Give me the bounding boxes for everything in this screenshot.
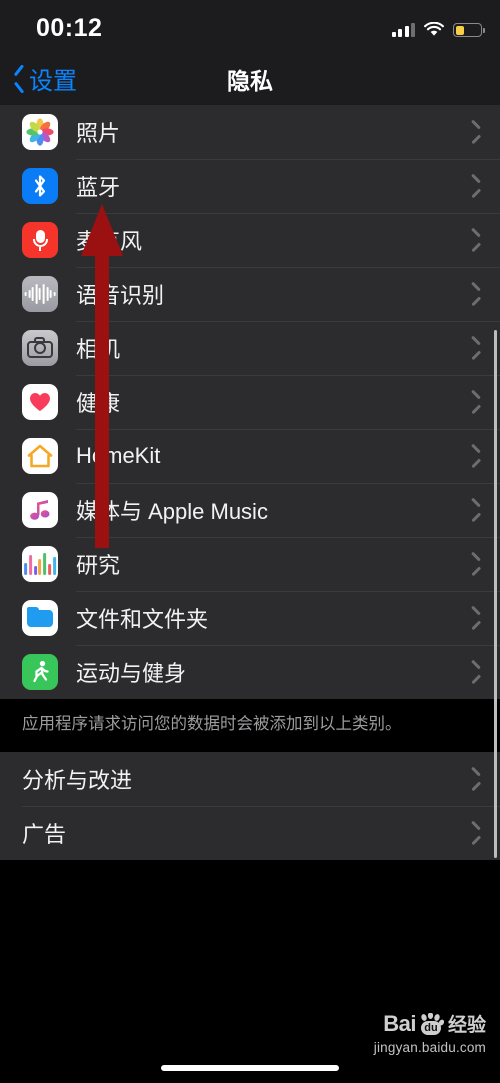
list-item-label: 麦克风 xyxy=(76,229,143,254)
list-item-media-apple-music[interactable]: 媒体与 Apple Music xyxy=(0,483,500,537)
vertical-scrollbar[interactable] xyxy=(494,330,497,858)
chevron-right-icon xyxy=(468,177,479,195)
status-bar: 00:12 xyxy=(0,0,500,52)
cellular-signal-icon xyxy=(391,21,415,37)
list-item-photos[interactable]: 照片 xyxy=(0,105,500,159)
files-app-icon xyxy=(22,600,58,636)
list-item-speech-recognition[interactable]: 语音识别 xyxy=(0,267,500,321)
fitness-app-icon xyxy=(22,654,58,690)
homekit-icon xyxy=(22,438,58,474)
list-item-label: 蓝牙 xyxy=(76,175,121,200)
chevron-right-icon xyxy=(468,770,479,788)
settings-content: 照片 蓝牙 麦克风 语音识别 相机 健康 HomeKit 媒体与 Apple M… xyxy=(0,105,500,861)
list-item-label: 运动与健身 xyxy=(76,661,187,686)
research-app-icon xyxy=(22,546,58,582)
chevron-right-icon xyxy=(468,555,479,573)
chevron-left-icon xyxy=(12,68,25,90)
home-indicator-bar[interactable] xyxy=(161,1065,339,1071)
list-item-label: 广告 xyxy=(22,822,67,848)
status-indicators xyxy=(391,19,485,37)
list-item-analytics-improvements[interactable]: 分析与改进 xyxy=(0,752,500,807)
list-item-bluetooth[interactable]: 蓝牙 xyxy=(0,159,500,213)
navigation-bar: 隐私 设置 xyxy=(0,52,500,105)
chevron-right-icon xyxy=(468,501,479,519)
list-item-health[interactable]: 健康 xyxy=(0,375,500,429)
watermark-brand: Bai xyxy=(383,1011,416,1036)
list-item-camera[interactable]: 相机 xyxy=(0,321,500,375)
watermark-suffix: 经验 xyxy=(447,1015,486,1036)
health-app-icon xyxy=(22,384,58,420)
list-item-label: 语音识别 xyxy=(76,283,165,308)
chevron-right-icon xyxy=(468,285,479,303)
list-item-label: 相机 xyxy=(76,337,121,362)
list-item-homekit[interactable]: HomeKit xyxy=(0,429,500,483)
chevron-right-icon xyxy=(468,339,479,357)
photos-app-icon xyxy=(22,114,58,150)
chevron-right-icon xyxy=(468,231,479,249)
list-item-advertising[interactable]: 广告 xyxy=(0,806,500,861)
list-item-microphone[interactable]: 麦克风 xyxy=(0,213,500,267)
paw-print-icon: du xyxy=(418,1012,445,1035)
chevron-right-icon xyxy=(468,663,479,681)
watermark-paw-label: du xyxy=(420,1021,441,1035)
iphone-screen: 00:12 隐私 设置 照片 蓝牙 麦克风 语音识别 相机 健康 HomeKit… xyxy=(0,0,500,1083)
list-item-label: 媒体与 Apple Music xyxy=(76,499,268,524)
back-button-label: 设置 xyxy=(29,68,77,95)
bluetooth-icon xyxy=(22,168,58,204)
chevron-right-icon xyxy=(468,447,479,465)
status-time: 00:12 xyxy=(36,14,103,42)
secondary-group: 分析与改进 广告 xyxy=(0,752,500,861)
watermark-url: jingyan.baidu.com xyxy=(373,1040,486,1055)
list-item-files-and-folders[interactable]: 文件和文件夹 xyxy=(0,591,500,645)
chevron-right-icon xyxy=(468,609,479,627)
baidu-watermark: Bai du 经验 jingyan.baidu.com xyxy=(373,1011,486,1055)
camera-icon xyxy=(22,330,58,366)
list-item-label: 健康 xyxy=(76,391,121,416)
apple-music-icon xyxy=(22,492,58,528)
list-item-label: 文件和文件夹 xyxy=(76,607,209,632)
list-item-label: 研究 xyxy=(76,553,121,578)
chevron-right-icon xyxy=(468,123,479,141)
list-item-research[interactable]: 研究 xyxy=(0,537,500,591)
wifi-icon xyxy=(424,22,444,37)
list-item-label: 照片 xyxy=(76,121,121,146)
speech-recognition-icon xyxy=(22,276,58,312)
chevron-right-icon xyxy=(468,393,479,411)
privacy-permissions-group: 照片 蓝牙 麦克风 语音识别 相机 健康 HomeKit 媒体与 Apple M… xyxy=(0,105,500,699)
list-item-label: 分析与改进 xyxy=(22,768,133,794)
chevron-right-icon xyxy=(468,824,479,842)
microphone-icon xyxy=(22,222,58,258)
back-button[interactable]: 设置 xyxy=(12,52,77,105)
list-item-motion-and-fitness[interactable]: 运动与健身 xyxy=(0,645,500,699)
battery-low-icon xyxy=(453,23,485,37)
list-item-label: HomeKit xyxy=(76,443,161,468)
baidu-logo: Bai du 经验 xyxy=(374,1011,486,1036)
privacy-footnote: 应用程序请求访问您的数据时会被添加到以上类别。 xyxy=(0,699,500,753)
